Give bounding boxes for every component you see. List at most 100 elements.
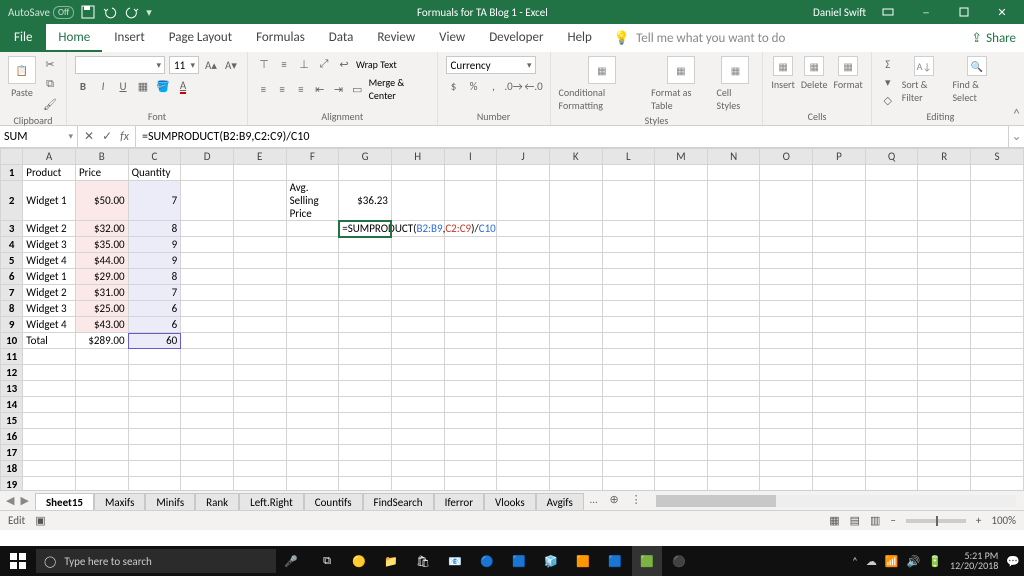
cell-E11[interactable] — [233, 349, 286, 365]
cell-F14[interactable] — [286, 397, 339, 413]
cell-C5[interactable]: 9 — [128, 253, 181, 269]
cell-B3[interactable]: $32.00 — [75, 221, 128, 237]
cell-C11[interactable] — [128, 349, 181, 365]
autosave-toggle[interactable]: AutoSave Off — [8, 6, 74, 19]
cell-P1[interactable] — [813, 165, 866, 181]
cell-M13[interactable] — [655, 381, 708, 397]
cell-Q3[interactable] — [865, 221, 918, 237]
row-header-9[interactable]: 9 — [1, 317, 23, 333]
cell-E17[interactable] — [233, 445, 286, 461]
cell-O6[interactable] — [760, 269, 813, 285]
cell-C18[interactable] — [128, 461, 181, 477]
cell-K11[interactable] — [549, 349, 602, 365]
cell-S3[interactable] — [971, 221, 1024, 237]
cell-J18[interactable] — [497, 461, 550, 477]
cell-S7[interactable] — [971, 285, 1024, 301]
col-header-J[interactable]: J — [497, 149, 550, 165]
cell-K2[interactable] — [549, 181, 602, 221]
expand-formula-bar-icon[interactable]: ⌄ — [1008, 126, 1024, 147]
cell-E13[interactable] — [233, 381, 286, 397]
cell-J11[interactable] — [497, 349, 550, 365]
enter-formula-icon[interactable]: ✓ — [102, 129, 112, 144]
cell-B6[interactable]: $29.00 — [75, 269, 128, 285]
formula-input[interactable]: =SUMPRODUCT(B2:B9,C2:C9)/C10 — [136, 126, 1008, 147]
cell-N10[interactable] — [707, 333, 760, 349]
app-icon-4[interactable]: ⚫ — [664, 546, 694, 576]
cell-I18[interactable] — [444, 461, 497, 477]
cell-H4[interactable] — [391, 237, 444, 253]
col-header-H[interactable]: H — [391, 149, 444, 165]
cell-O12[interactable] — [760, 365, 813, 381]
row-header-4[interactable]: 4 — [1, 237, 23, 253]
cell-J10[interactable] — [497, 333, 550, 349]
cell-styles-button[interactable]: ▦Cell Styles — [717, 56, 755, 112]
zoom-level[interactable]: 100% — [991, 514, 1016, 527]
cell-F1[interactable] — [286, 165, 339, 181]
cell-G18[interactable] — [339, 461, 392, 477]
cell-P11[interactable] — [813, 349, 866, 365]
share-button[interactable]: ⇪Share — [971, 24, 1016, 52]
cell-B1[interactable]: Price — [75, 165, 128, 181]
cell-G12[interactable] — [339, 365, 392, 381]
cell-B14[interactable] — [75, 397, 128, 413]
cell-B7[interactable]: $31.00 — [75, 285, 128, 301]
cell-I11[interactable] — [444, 349, 497, 365]
cell-K12[interactable] — [549, 365, 602, 381]
cell-L6[interactable] — [602, 269, 655, 285]
cell-A9[interactable]: Widget 4 — [23, 317, 76, 333]
cell-M1[interactable] — [655, 165, 708, 181]
cell-A16[interactable] — [23, 429, 76, 445]
word-icon[interactable]: 🟦 — [600, 546, 630, 576]
row-header-3[interactable]: 3 — [1, 221, 23, 237]
cell-F12[interactable] — [286, 365, 339, 381]
cell-Q4[interactable] — [865, 237, 918, 253]
save-icon[interactable] — [80, 4, 96, 20]
cell-G13[interactable] — [339, 381, 392, 397]
cell-O17[interactable] — [760, 445, 813, 461]
cell-N9[interactable] — [707, 317, 760, 333]
cell-E16[interactable] — [233, 429, 286, 445]
tab-formulas[interactable]: Formulas — [244, 24, 317, 52]
cell-R10[interactable] — [918, 333, 971, 349]
cell-R1[interactable] — [918, 165, 971, 181]
cell-J6[interactable] — [497, 269, 550, 285]
cell-L11[interactable] — [602, 349, 655, 365]
cell-J17[interactable] — [497, 445, 550, 461]
cell-D12[interactable] — [181, 365, 234, 381]
cell-N19[interactable] — [707, 477, 760, 491]
tab-data[interactable]: Data — [317, 24, 366, 52]
cell-I7[interactable] — [444, 285, 497, 301]
cell-N3[interactable] — [707, 221, 760, 237]
sort-filter-button[interactable]: A↓Sort & Filter — [902, 56, 947, 104]
cell-H7[interactable] — [391, 285, 444, 301]
excel-icon[interactable]: 🟩 — [632, 546, 662, 576]
cell-F5[interactable] — [286, 253, 339, 269]
cell-D4[interactable] — [181, 237, 234, 253]
cell-S1[interactable] — [971, 165, 1024, 181]
tab-home[interactable]: Home — [46, 24, 102, 52]
cut-icon[interactable]: ✂ — [42, 56, 58, 72]
row-header-1[interactable]: 1 — [1, 165, 23, 181]
cell-D5[interactable] — [181, 253, 234, 269]
number-format-combo[interactable]: Currency — [446, 56, 536, 74]
zoom-in-icon[interactable]: + — [976, 514, 981, 527]
cell-L3[interactable] — [602, 221, 655, 237]
sheet-tab-left.right[interactable]: Left.Right — [239, 493, 304, 510]
cell-H14[interactable] — [391, 397, 444, 413]
cell-R14[interactable] — [918, 397, 971, 413]
view-layout-icon[interactable]: ▤ — [850, 514, 860, 527]
tray-chevron-icon[interactable]: ˄ — [852, 555, 858, 568]
cell-A8[interactable]: Widget 3 — [23, 301, 76, 317]
cell-K14[interactable] — [549, 397, 602, 413]
align-right-icon[interactable]: ≡ — [294, 81, 309, 97]
percent-icon[interactable]: % — [466, 78, 482, 94]
cell-P12[interactable] — [813, 365, 866, 381]
cell-H16[interactable] — [391, 429, 444, 445]
col-header-F[interactable]: F — [286, 149, 339, 165]
cell-H2[interactable] — [391, 181, 444, 221]
cell-S9[interactable] — [971, 317, 1024, 333]
cell-F15[interactable] — [286, 413, 339, 429]
cell-P16[interactable] — [813, 429, 866, 445]
cell-Q17[interactable] — [865, 445, 918, 461]
cell-K8[interactable] — [549, 301, 602, 317]
